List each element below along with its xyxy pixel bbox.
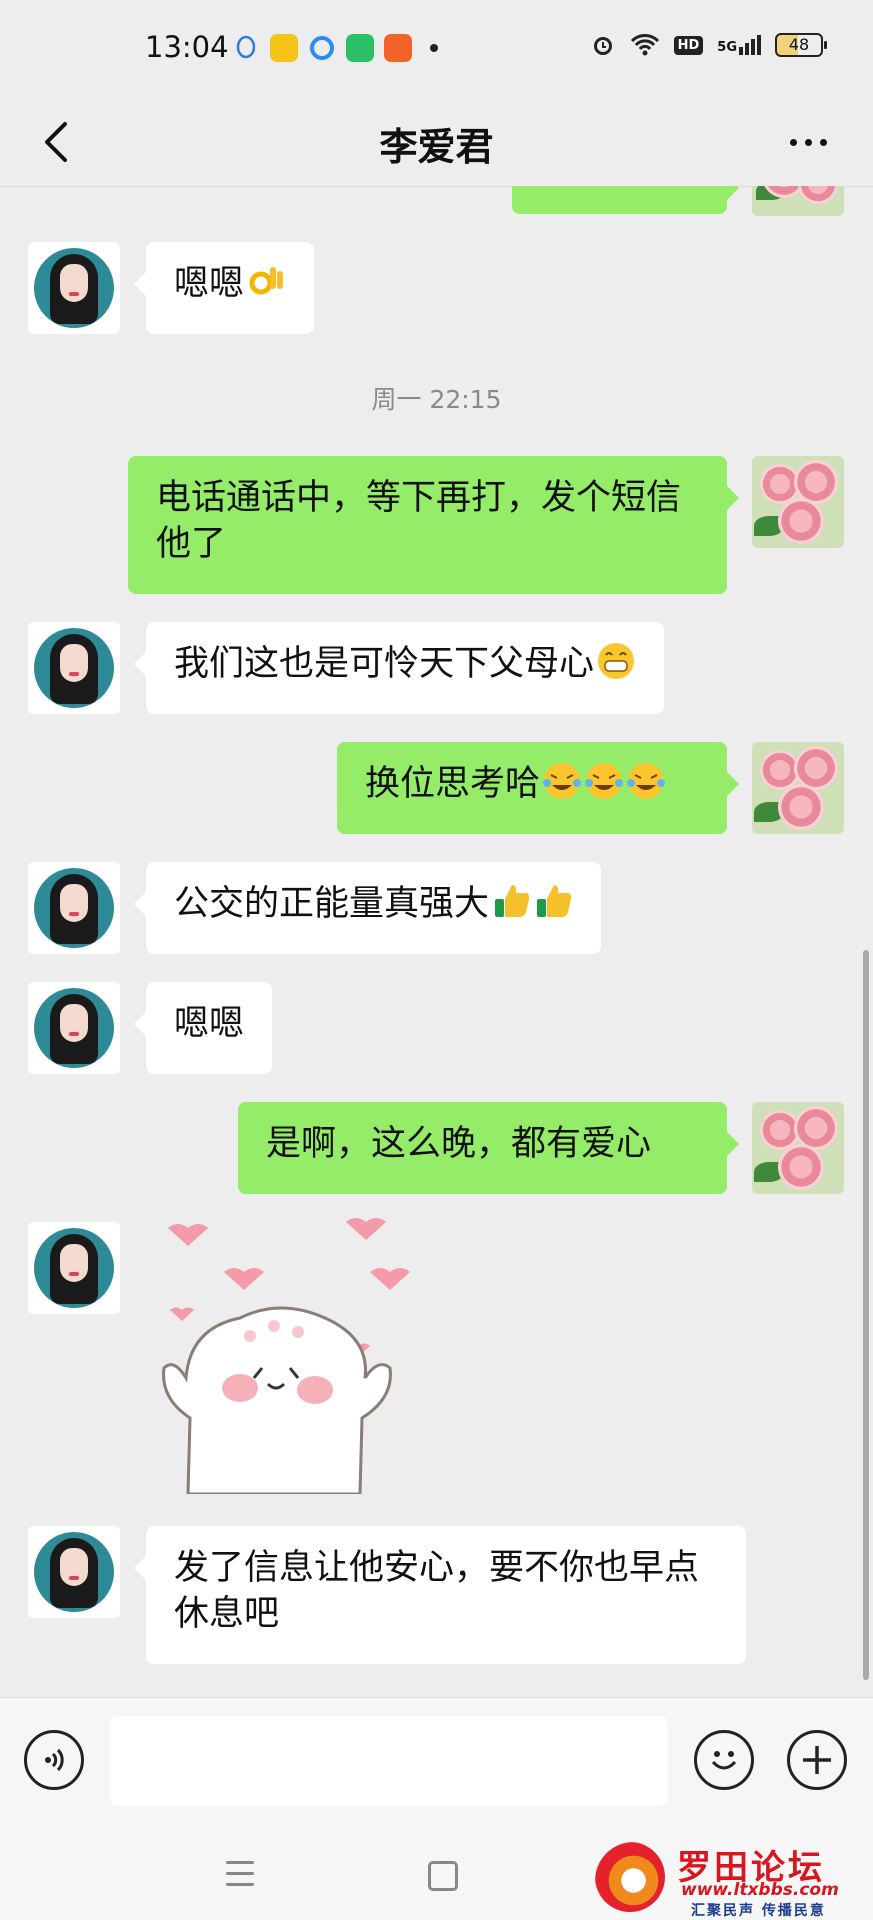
ellipsis-icon xyxy=(789,138,797,146)
message-text: 发了信息让他安心，要不你也早点休息吧 xyxy=(174,1548,700,1634)
message-text: 公交的正能量真强大 xyxy=(174,884,490,924)
emoji-button[interactable] xyxy=(694,1730,754,1790)
contact-avatar[interactable] xyxy=(28,1526,120,1618)
watermark: 罗田论坛 www.ltxbbs.com 汇聚民声 传播民意 xyxy=(595,1838,873,1920)
watermark-logo xyxy=(595,1842,665,1912)
message-bubble-outgoing[interactable]: 电话通话中，等下再打，发个短信他了 xyxy=(128,456,739,594)
qq-icon xyxy=(236,35,256,59)
laugh-cry-emoji-icon xyxy=(627,763,666,799)
message-text: 嗯嗯 xyxy=(174,1004,245,1044)
chat-header: 李爱君 xyxy=(0,96,873,187)
voice-button[interactable] xyxy=(24,1730,84,1790)
add-button[interactable] xyxy=(787,1730,847,1790)
chat-title: 李爱君 xyxy=(379,125,494,169)
wifi-icon xyxy=(630,34,659,56)
contact-avatar[interactable] xyxy=(28,622,120,714)
message-bubble-outgoing[interactable]: 是啊，这么晚，都有爱心 xyxy=(238,1102,739,1194)
message-bubble-outgoing[interactable]: 换位思考哈 xyxy=(337,742,739,834)
message-bubble-incoming[interactable]: 嗯嗯 xyxy=(133,982,273,1074)
laugh-cry-emoji-icon xyxy=(585,763,624,799)
watermark-slogan: 汇聚民声 传播民意 xyxy=(691,1903,826,1919)
my-avatar[interactable] xyxy=(752,742,844,834)
alarm-icon xyxy=(593,37,612,55)
plus-icon xyxy=(803,1746,831,1774)
network-type: 5G xyxy=(717,40,737,55)
recent-apps-button[interactable] xyxy=(226,1861,254,1894)
contact-avatar[interactable] xyxy=(28,862,120,954)
hd-badge: HD xyxy=(673,35,704,55)
watermark-url: www.ltxbbs.com xyxy=(681,1880,839,1900)
news-app-icon xyxy=(384,34,412,62)
thumbs-up-emoji-icon xyxy=(495,885,530,917)
contact-avatar[interactable] xyxy=(28,982,120,1074)
message-text: 电话通话中，等下再打，发个短信他了 xyxy=(156,478,682,564)
timestamp-separator: 周一 22:15 xyxy=(371,385,502,414)
smiley-icon xyxy=(711,1751,737,1770)
message-bubble-incoming[interactable]: 发了信息让他安心，要不你也早点休息吧 xyxy=(134,1526,746,1664)
input-bar xyxy=(0,1697,873,1830)
laugh-cry-emoji-icon xyxy=(543,763,582,799)
message-list[interactable]: 嗯嗯 周一 22:15 电话通话中，等下再打，发个短信他了 我们这也是可怜天下父… xyxy=(0,186,873,1697)
contact-avatar[interactable] xyxy=(28,1222,120,1314)
wallet-icon xyxy=(270,34,298,62)
message-input[interactable] xyxy=(110,1716,668,1806)
thumbs-up-emoji-icon xyxy=(537,885,572,917)
message-text: 我们这也是可怜天下父母心 xyxy=(174,644,595,684)
more-notifications-dot xyxy=(430,44,438,52)
voice-icon xyxy=(45,1748,64,1772)
system-status: HD 5G 48 xyxy=(590,32,827,58)
message-bubble-outgoing[interactable] xyxy=(512,186,739,214)
love-bun-sticker[interactable] xyxy=(150,1218,420,1494)
message-bubble-incoming[interactable]: 嗯嗯 xyxy=(133,242,315,334)
message-text: 换位思考哈 xyxy=(365,764,541,804)
home-button[interactable] xyxy=(428,1861,458,1891)
my-avatar[interactable] xyxy=(752,186,844,216)
contact-avatar[interactable] xyxy=(28,242,120,334)
my-avatar[interactable] xyxy=(752,1102,844,1194)
message-icon xyxy=(346,34,374,62)
ok-hand-emoji-icon xyxy=(249,267,284,295)
message-text: 嗯嗯 xyxy=(174,264,245,304)
more-button[interactable] xyxy=(773,114,843,170)
status-time: 13:04 xyxy=(145,30,229,64)
scrollbar[interactable] xyxy=(863,950,869,1680)
grin-emoji-icon xyxy=(598,643,635,679)
notification-icons xyxy=(232,34,438,62)
signal-icon: 5G xyxy=(717,35,761,55)
message-bubble-incoming[interactable]: 我们这也是可怜天下父母心 xyxy=(133,622,665,714)
message-bubble-incoming[interactable]: 公交的正能量真强大 xyxy=(133,862,602,954)
my-avatar[interactable] xyxy=(752,456,844,548)
message-text: 是啊，这么晚，都有爱心 xyxy=(266,1124,652,1164)
battery-indicator: 48 xyxy=(775,33,827,57)
status-bar: 13:04 HD 5G 48 xyxy=(0,0,873,96)
browser-icon xyxy=(310,36,334,60)
